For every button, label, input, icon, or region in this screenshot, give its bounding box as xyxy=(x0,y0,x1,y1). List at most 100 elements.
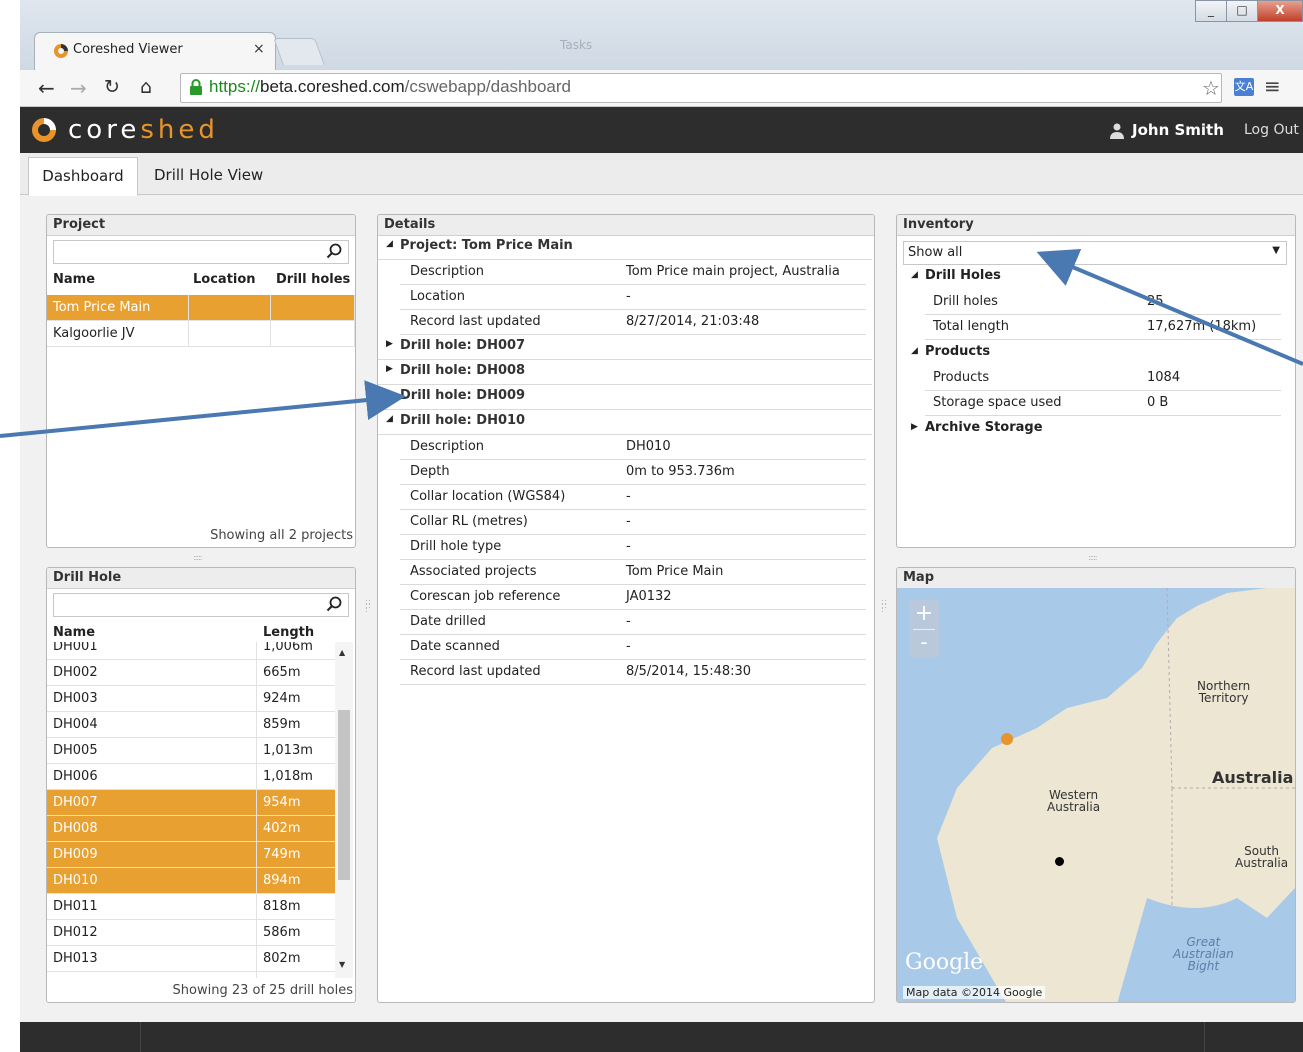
user-name[interactable]: John Smith xyxy=(1132,121,1224,139)
splitter-handle[interactable]: : : : : : xyxy=(365,598,371,614)
inventory-section-title[interactable]: Archive Storage xyxy=(925,420,1043,435)
translate-icon[interactable]: 文A xyxy=(1234,78,1254,96)
inventory-filter-value: Show all xyxy=(908,245,963,260)
forward-icon[interactable]: → xyxy=(70,76,87,100)
details-section-header[interactable]: ▶ Drill hole: DH009 xyxy=(378,385,872,410)
table-row[interactable]: DH007 954m xyxy=(47,789,335,816)
details-panel: Details ◢ Project: Tom Price Main Descript… xyxy=(377,214,875,1003)
table-row[interactable]: DH008 402m xyxy=(47,815,335,842)
map-marker-black[interactable] xyxy=(1055,857,1064,866)
details-section-title: Project: Tom Price Main xyxy=(400,238,573,253)
table-row[interactable]: DH014872m xyxy=(47,971,335,978)
column-header-drill-holes[interactable]: Drill holes xyxy=(276,272,350,287)
minimize-button[interactable]: _ xyxy=(1195,0,1227,22)
tab-close-icon[interactable]: × xyxy=(253,41,265,57)
table-row[interactable]: Tom Price Main xyxy=(47,295,355,321)
maximize-button[interactable]: □ xyxy=(1226,0,1258,22)
caret-right-icon[interactable]: ▶ xyxy=(386,389,393,399)
details-field-row: Date drilled - xyxy=(378,610,872,635)
caret-down-icon[interactable]: ◢ xyxy=(386,239,393,249)
map-attribution[interactable]: Map data ©2014 Google xyxy=(903,986,1046,999)
details-section-title: Drill hole: DH007 xyxy=(400,338,526,353)
zoom-in-button[interactable]: + xyxy=(909,600,939,629)
caret-down-icon[interactable]: ◢ xyxy=(911,346,918,356)
caret-right-icon[interactable]: ▶ xyxy=(911,422,918,432)
project-search-input[interactable] xyxy=(53,240,349,264)
browser-menu-icon[interactable]: ≡ xyxy=(1264,74,1281,98)
table-row[interactable]: DH001 1,006m xyxy=(47,642,335,660)
logout-link[interactable]: Log Out xyxy=(1244,122,1299,138)
table-row[interactable]: DH002 665m xyxy=(47,659,335,686)
panel-resize-handle[interactable]: ::::: xyxy=(1088,553,1098,562)
drill-name-cell: DH008 xyxy=(47,815,257,842)
details-field-label: Drill hole type xyxy=(410,539,502,554)
map-panel-title: Map xyxy=(897,568,1295,589)
panel-resize-handle[interactable]: ::::: xyxy=(193,553,203,562)
new-tab-button[interactable] xyxy=(273,38,325,65)
scrollbar-thumb[interactable] xyxy=(338,710,350,880)
zoom-out-button[interactable]: - xyxy=(909,629,939,658)
details-section-header[interactable]: ▶ Drill hole: DH008 xyxy=(378,360,872,385)
url-host: beta.coreshed.com xyxy=(260,77,405,96)
drill-name-cell: DH013 xyxy=(47,945,257,972)
column-header-location[interactable]: Location xyxy=(193,272,256,287)
details-field-value: DH010 xyxy=(626,439,671,454)
bookmark-star-icon[interactable]: ☆ xyxy=(1202,76,1220,100)
inventory-section-title[interactable]: Drill Holes xyxy=(925,268,1001,283)
footer-divider xyxy=(140,1022,141,1052)
details-field-label: Depth xyxy=(410,464,450,479)
map-label-south-australia: South Australia xyxy=(1235,845,1288,869)
table-row[interactable]: DH009 749m xyxy=(47,841,335,868)
caret-right-icon[interactable]: ▶ xyxy=(386,364,393,374)
table-row[interactable]: Kalgoorlie JV xyxy=(47,320,355,347)
details-field-row: Collar location (WGS84) - xyxy=(378,485,872,510)
map-label-line: Territory xyxy=(1198,691,1249,705)
reload-icon[interactable]: ↻ xyxy=(104,76,120,98)
caret-down-icon[interactable]: ◢ xyxy=(911,270,918,280)
google-logo: Google xyxy=(905,950,984,975)
details-section-header[interactable]: ◢ Drill hole: DH010 xyxy=(378,410,872,435)
caret-down-icon[interactable]: ◢ xyxy=(386,414,393,424)
tab-dashboard[interactable]: Dashboard xyxy=(28,157,138,196)
table-row[interactable]: DH010 894m xyxy=(47,867,335,894)
table-row[interactable]: DH012 586m xyxy=(47,919,335,946)
row-divider xyxy=(400,684,866,685)
window-close-button[interactable]: X xyxy=(1257,0,1303,22)
scrollbar[interactable]: ▲ ▼ xyxy=(335,642,353,978)
chevron-down-icon[interactable]: ▼ xyxy=(1272,245,1280,256)
column-header-name[interactable]: Name xyxy=(53,625,95,640)
column-header-length[interactable]: Length xyxy=(263,625,314,640)
table-row[interactable]: DH005 1,013m xyxy=(47,737,335,764)
details-section-header[interactable]: ▶ Drill hole: DH007 xyxy=(378,335,872,360)
inventory-section-title[interactable]: Products xyxy=(925,344,990,359)
scroll-down-arrow-icon[interactable]: ▼ xyxy=(339,960,345,969)
column-header-name[interactable]: Name xyxy=(53,272,95,287)
table-row[interactable]: DH013 802m xyxy=(47,945,335,972)
logo-shed: shed xyxy=(140,115,219,145)
details-field-label: Description xyxy=(410,264,485,279)
inventory-filter-select[interactable]: Show all ▼ xyxy=(903,241,1287,265)
search-icon[interactable] xyxy=(326,243,342,259)
scroll-up-arrow-icon[interactable]: ▲ xyxy=(339,648,345,657)
details-field-label: Associated projects xyxy=(410,564,537,579)
details-section-header[interactable]: ◢ Project: Tom Price Main xyxy=(378,235,872,260)
drill-name-cell: DH011 xyxy=(47,893,257,920)
splitter-handle[interactable]: : : : : : xyxy=(881,598,887,614)
search-icon[interactable] xyxy=(326,596,342,612)
browser-tab[interactable]: Coreshed Viewer × xyxy=(34,32,276,71)
app-footer xyxy=(20,1022,1303,1052)
url-input[interactable]: https://beta.coreshed.com/cswebapp/dashb… xyxy=(180,73,1222,103)
zoom-control: + - xyxy=(909,600,939,658)
drill-hole-search-input[interactable] xyxy=(53,593,349,617)
map-view[interactable]: + - Northern Territory Australia Western A… xyxy=(897,588,1295,1002)
table-row[interactable]: DH006 1,018m xyxy=(47,763,335,790)
map-marker-orange[interactable] xyxy=(1001,733,1013,745)
table-row[interactable]: DH003 924m xyxy=(47,685,335,712)
home-icon[interactable]: ⌂ xyxy=(140,76,152,98)
caret-right-icon[interactable]: ▶ xyxy=(386,339,393,349)
back-icon[interactable]: ← xyxy=(38,76,55,100)
table-row[interactable]: DH004 859m xyxy=(47,711,335,738)
project-drillholes-cell xyxy=(270,320,355,347)
table-row[interactable]: DH011 818m xyxy=(47,893,335,920)
tab-drill-hole-view[interactable]: Drill Hole View xyxy=(154,157,263,194)
